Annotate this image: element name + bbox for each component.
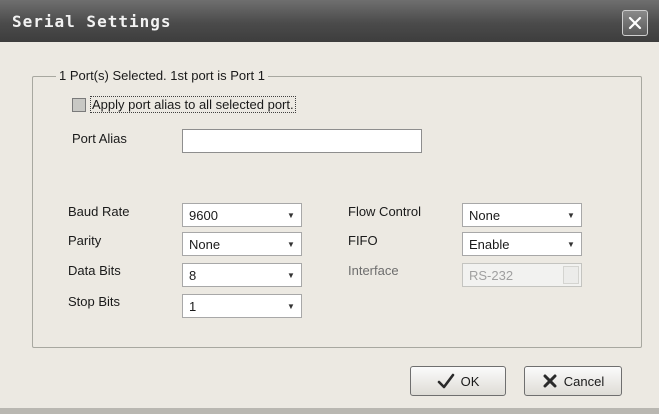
port-alias-label: Port Alias: [72, 131, 127, 146]
chevron-down-icon[interactable]: ▼: [283, 297, 299, 315]
parity-select[interactable]: None ▼: [182, 232, 302, 256]
ok-button-label: OK: [460, 373, 480, 389]
baud-rate-label: Baud Rate: [68, 204, 130, 219]
chevron-down-icon[interactable]: ▼: [283, 266, 299, 284]
window-bottom-edge: [0, 408, 659, 414]
stop-bits-value: 1: [189, 299, 197, 314]
flow-control-select[interactable]: None ▼: [462, 203, 582, 227]
parity-label: Parity: [68, 233, 102, 248]
fifo-value: Enable: [469, 237, 510, 252]
group-caption: 1 Port(s) Selected. 1st port is Port 1: [56, 68, 268, 83]
data-bits-value: 8: [189, 268, 197, 283]
close-button[interactable]: [622, 10, 648, 36]
flow-control-value: None: [469, 208, 501, 223]
baud-rate-value: 9600: [189, 208, 218, 223]
apply-alias-checkbox[interactable]: [72, 98, 86, 112]
baud-rate-select[interactable]: 9600 ▼: [182, 203, 302, 227]
interface-select: RS-232: [462, 263, 582, 287]
cancel-button[interactable]: Cancel: [524, 366, 622, 396]
flow-control-label: Flow Control: [348, 204, 421, 219]
port-alias-input[interactable]: [182, 129, 422, 153]
data-bits-select[interactable]: 8 ▼: [182, 263, 302, 287]
chevron-down-icon[interactable]: ▼: [563, 235, 579, 253]
x-cross-icon: [542, 373, 558, 389]
chevron-down-icon[interactable]: ▼: [563, 206, 579, 224]
stop-bits-select[interactable]: 1 ▼: [182, 294, 302, 318]
chevron-down-icon[interactable]: ▼: [283, 235, 299, 253]
stop-bits-label: Stop Bits: [68, 294, 121, 309]
chevron-down-icon[interactable]: ▼: [283, 206, 299, 224]
parity-value: None: [189, 237, 221, 252]
chevron-down-icon: [563, 266, 579, 284]
fifo-select[interactable]: Enable ▼: [462, 232, 582, 256]
fifo-label: FIFO: [348, 233, 378, 248]
checkmark-icon: [437, 373, 455, 389]
serial-settings-dialog: Serial Settings 1 Port(s) Selected. 1st …: [0, 0, 659, 414]
title-bar[interactable]: Serial Settings: [0, 0, 659, 42]
interface-value: RS-232: [469, 268, 514, 283]
ok-button[interactable]: OK: [410, 366, 506, 396]
data-bits-label: Data Bits: [68, 263, 121, 278]
window-title: Serial Settings: [12, 12, 172, 31]
apply-alias-label[interactable]: Apply port alias to all selected port.: [90, 96, 296, 113]
interface-label: Interface: [348, 263, 399, 278]
cancel-button-label: Cancel: [563, 373, 605, 389]
